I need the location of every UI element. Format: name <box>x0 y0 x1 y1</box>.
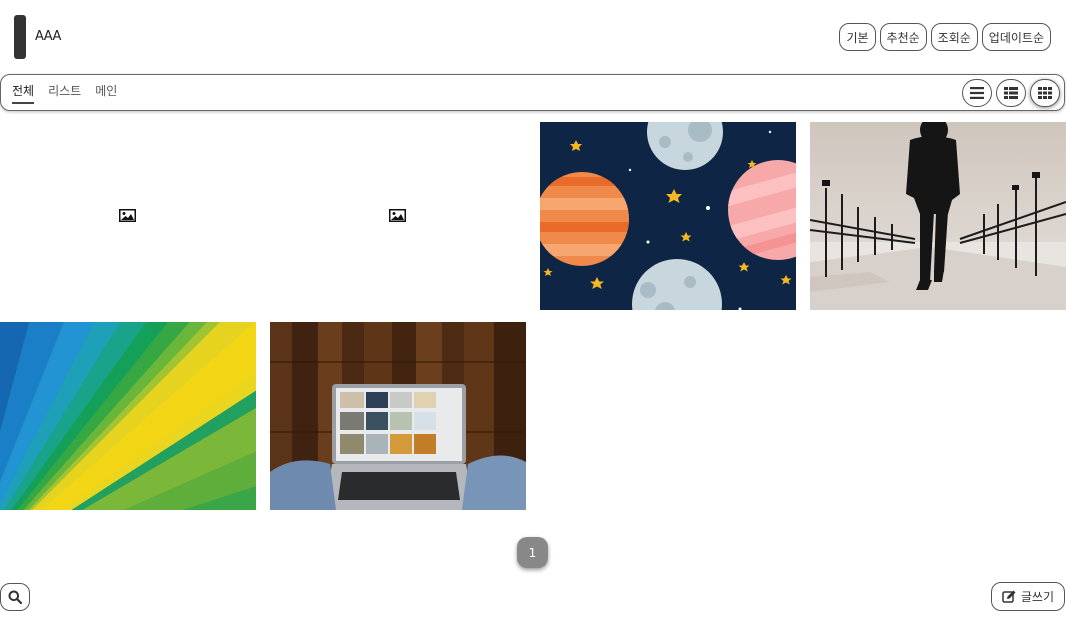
webzine-view-button[interactable] <box>996 79 1026 107</box>
search-icon <box>8 590 22 604</box>
category-tabs: 전체 리스트 메인 <box>12 82 117 104</box>
write-post-button[interactable]: 글쓰기 <box>990 582 1065 611</box>
gallery-item[interactable] <box>0 322 256 510</box>
broken-image-icon <box>119 209 136 222</box>
gallery-item[interactable] <box>0 122 256 310</box>
gallery-item[interactable] <box>540 122 796 310</box>
person-walking-photo <box>810 122 1066 310</box>
gallery-item[interactable] <box>270 122 526 310</box>
edit-icon <box>1002 590 1016 603</box>
planets-illustration <box>540 122 796 310</box>
board-title: AAA <box>35 29 61 44</box>
gallery-item[interactable] <box>270 322 526 510</box>
sort-default-button[interactable]: 기본 <box>839 23 876 51</box>
laptop-on-desk-photo <box>270 322 526 510</box>
sort-updated-button[interactable]: 업데이트순 <box>981 23 1051 51</box>
list-view-button[interactable] <box>962 79 992 107</box>
sort-recommend-button[interactable]: 추천순 <box>879 23 927 51</box>
sort-options: 기본 추천순 조회순 업데이트순 <box>839 23 1051 51</box>
tab-all[interactable]: 전체 <box>12 82 35 104</box>
gallery-item[interactable] <box>810 122 1066 310</box>
search-button[interactable] <box>0 583 30 611</box>
view-mode-toggles <box>962 79 1060 107</box>
list-icon <box>970 87 984 99</box>
title-accent-bar <box>14 15 26 59</box>
write-post-label: 글쓰기 <box>1020 590 1054 604</box>
page-1-button[interactable]: 1 <box>517 537 548 568</box>
gallery-view-button[interactable] <box>1030 79 1060 107</box>
sort-views-button[interactable]: 조회순 <box>930 23 978 51</box>
gallery-grid-icon <box>1038 87 1052 99</box>
webzine-icon <box>1004 87 1018 99</box>
tab-main[interactable]: 메인 <box>95 82 117 104</box>
rainbow-gradient-photo <box>0 322 256 510</box>
broken-image-icon <box>389 209 406 222</box>
category-tab-bar: 전체 리스트 메인 <box>0 74 1065 111</box>
tab-list[interactable]: 리스트 <box>48 82 81 104</box>
board-header: AAA 기본 추천순 조회순 업데이트순 <box>0 0 1066 74</box>
